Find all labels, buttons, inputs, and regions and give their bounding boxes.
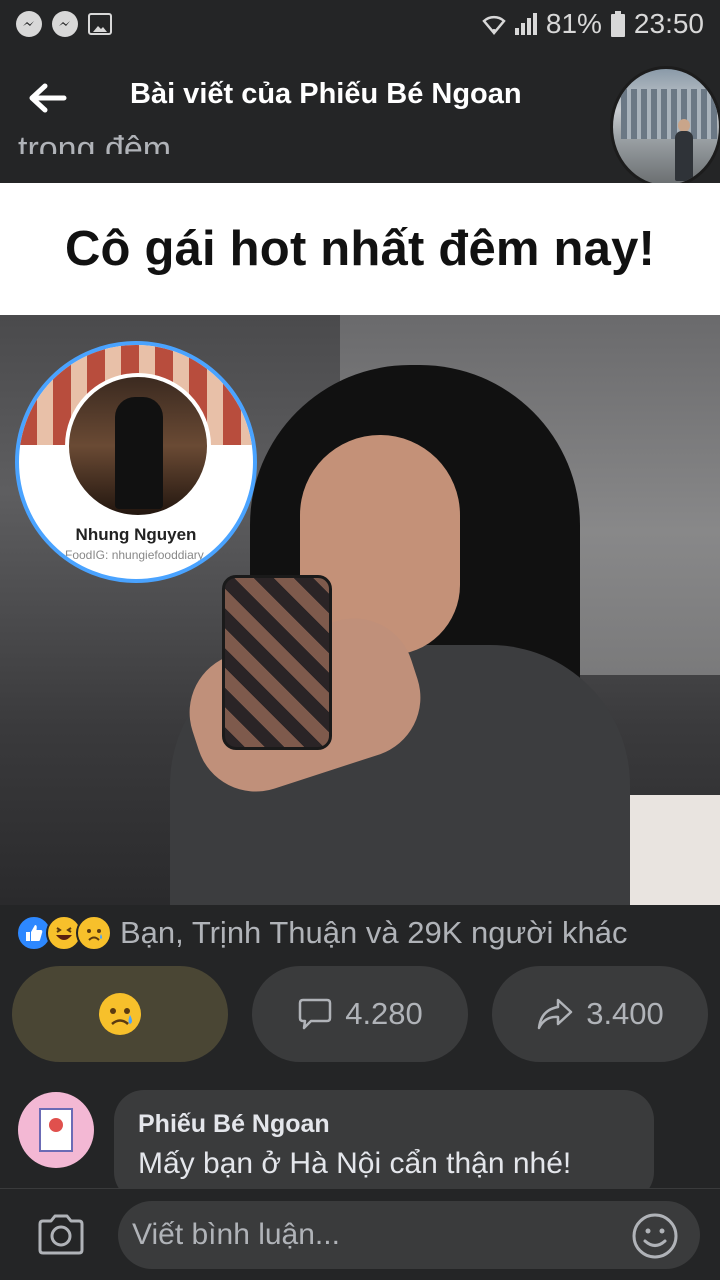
react-button[interactable]	[12, 966, 228, 1062]
sad-icon	[99, 993, 141, 1035]
commenter-name[interactable]: Phiếu Bé Ngoan	[138, 1110, 630, 1139]
comment-input[interactable]	[118, 1201, 700, 1269]
comment-icon	[298, 998, 332, 1030]
battery-percent: 81%	[545, 8, 602, 39]
back-button[interactable]	[26, 78, 70, 118]
camera-icon	[38, 1214, 84, 1255]
shares-count: 3.400	[586, 996, 664, 1031]
reaction-summary-text: Bạn, Trịnh Thuận và 29K người khác	[120, 915, 628, 950]
post-actions: 4.280 3.400	[12, 966, 708, 1062]
previous-post-text: trong đêm.	[18, 132, 181, 154]
meme-photo: Nhung Nguyen FoodIG: nhungiefooddiary	[0, 315, 720, 905]
comment-composer	[0, 1188, 720, 1280]
back-arrow-icon	[29, 83, 67, 113]
status-bar: 81% 23:50	[0, 0, 720, 48]
emoji-icon	[632, 1213, 678, 1259]
comment-button[interactable]: 4.280	[252, 966, 468, 1062]
image-icon	[88, 13, 112, 35]
messenger-icon	[52, 11, 78, 37]
emoji-button[interactable]	[630, 1211, 680, 1261]
messenger-icon	[16, 11, 42, 37]
commenter-avatar[interactable]	[18, 1092, 94, 1168]
page-avatar[interactable]	[610, 66, 720, 188]
system-status: 81% 23:50	[482, 8, 704, 40]
profile-screenshot-bubble: Nhung Nguyen FoodIG: nhungiefooddiary	[15, 341, 257, 583]
app-bar: trong đêm. Bài viết của Phiếu Bé Ngoan	[0, 48, 720, 188]
comment-item: Phiếu Bé Ngoan Mấy bạn ở Hà Nội cẩn thận…	[18, 1090, 708, 1202]
profile-name: Nhung Nguyen	[75, 525, 197, 544]
meme-caption: Cô gái hot nhất đêm nay!	[64, 222, 656, 276]
camera-button[interactable]	[32, 1209, 90, 1261]
profile-subtitle: FoodIG: nhungiefooddiary	[65, 548, 204, 562]
profile-avatar	[65, 373, 211, 519]
comments-count: 4.280	[345, 996, 423, 1031]
comment-bubble[interactable]: Phiếu Bé Ngoan Mấy bạn ở Hà Nội cẩn thận…	[114, 1090, 654, 1202]
reaction-icons	[16, 915, 112, 951]
meme-caption-band: Cô gái hot nhất đêm nay!	[0, 183, 720, 315]
post-image[interactable]: Cô gái hot nhất đêm nay! Nhung Nguyen Fo…	[0, 183, 720, 905]
signal-icon	[514, 13, 537, 35]
battery-icon	[610, 11, 625, 37]
share-button[interactable]: 3.400	[492, 966, 708, 1062]
clock: 23:50	[633, 8, 704, 39]
share-icon	[537, 998, 573, 1030]
wifi-icon	[482, 16, 506, 35]
page-title: Bài viết của Phiếu Bé Ngoan	[130, 78, 522, 110]
notification-icons	[16, 11, 112, 37]
screen: 81% 23:50 trong đêm. Bài viết của Phiếu …	[0, 0, 720, 1280]
sad-icon	[76, 915, 112, 951]
reactions-summary-row[interactable]: Bạn, Trịnh Thuận và 29K người khác	[16, 910, 628, 956]
comment-text: Mấy bạn ở Hà Nội cẩn thận nhé!	[138, 1147, 572, 1180]
